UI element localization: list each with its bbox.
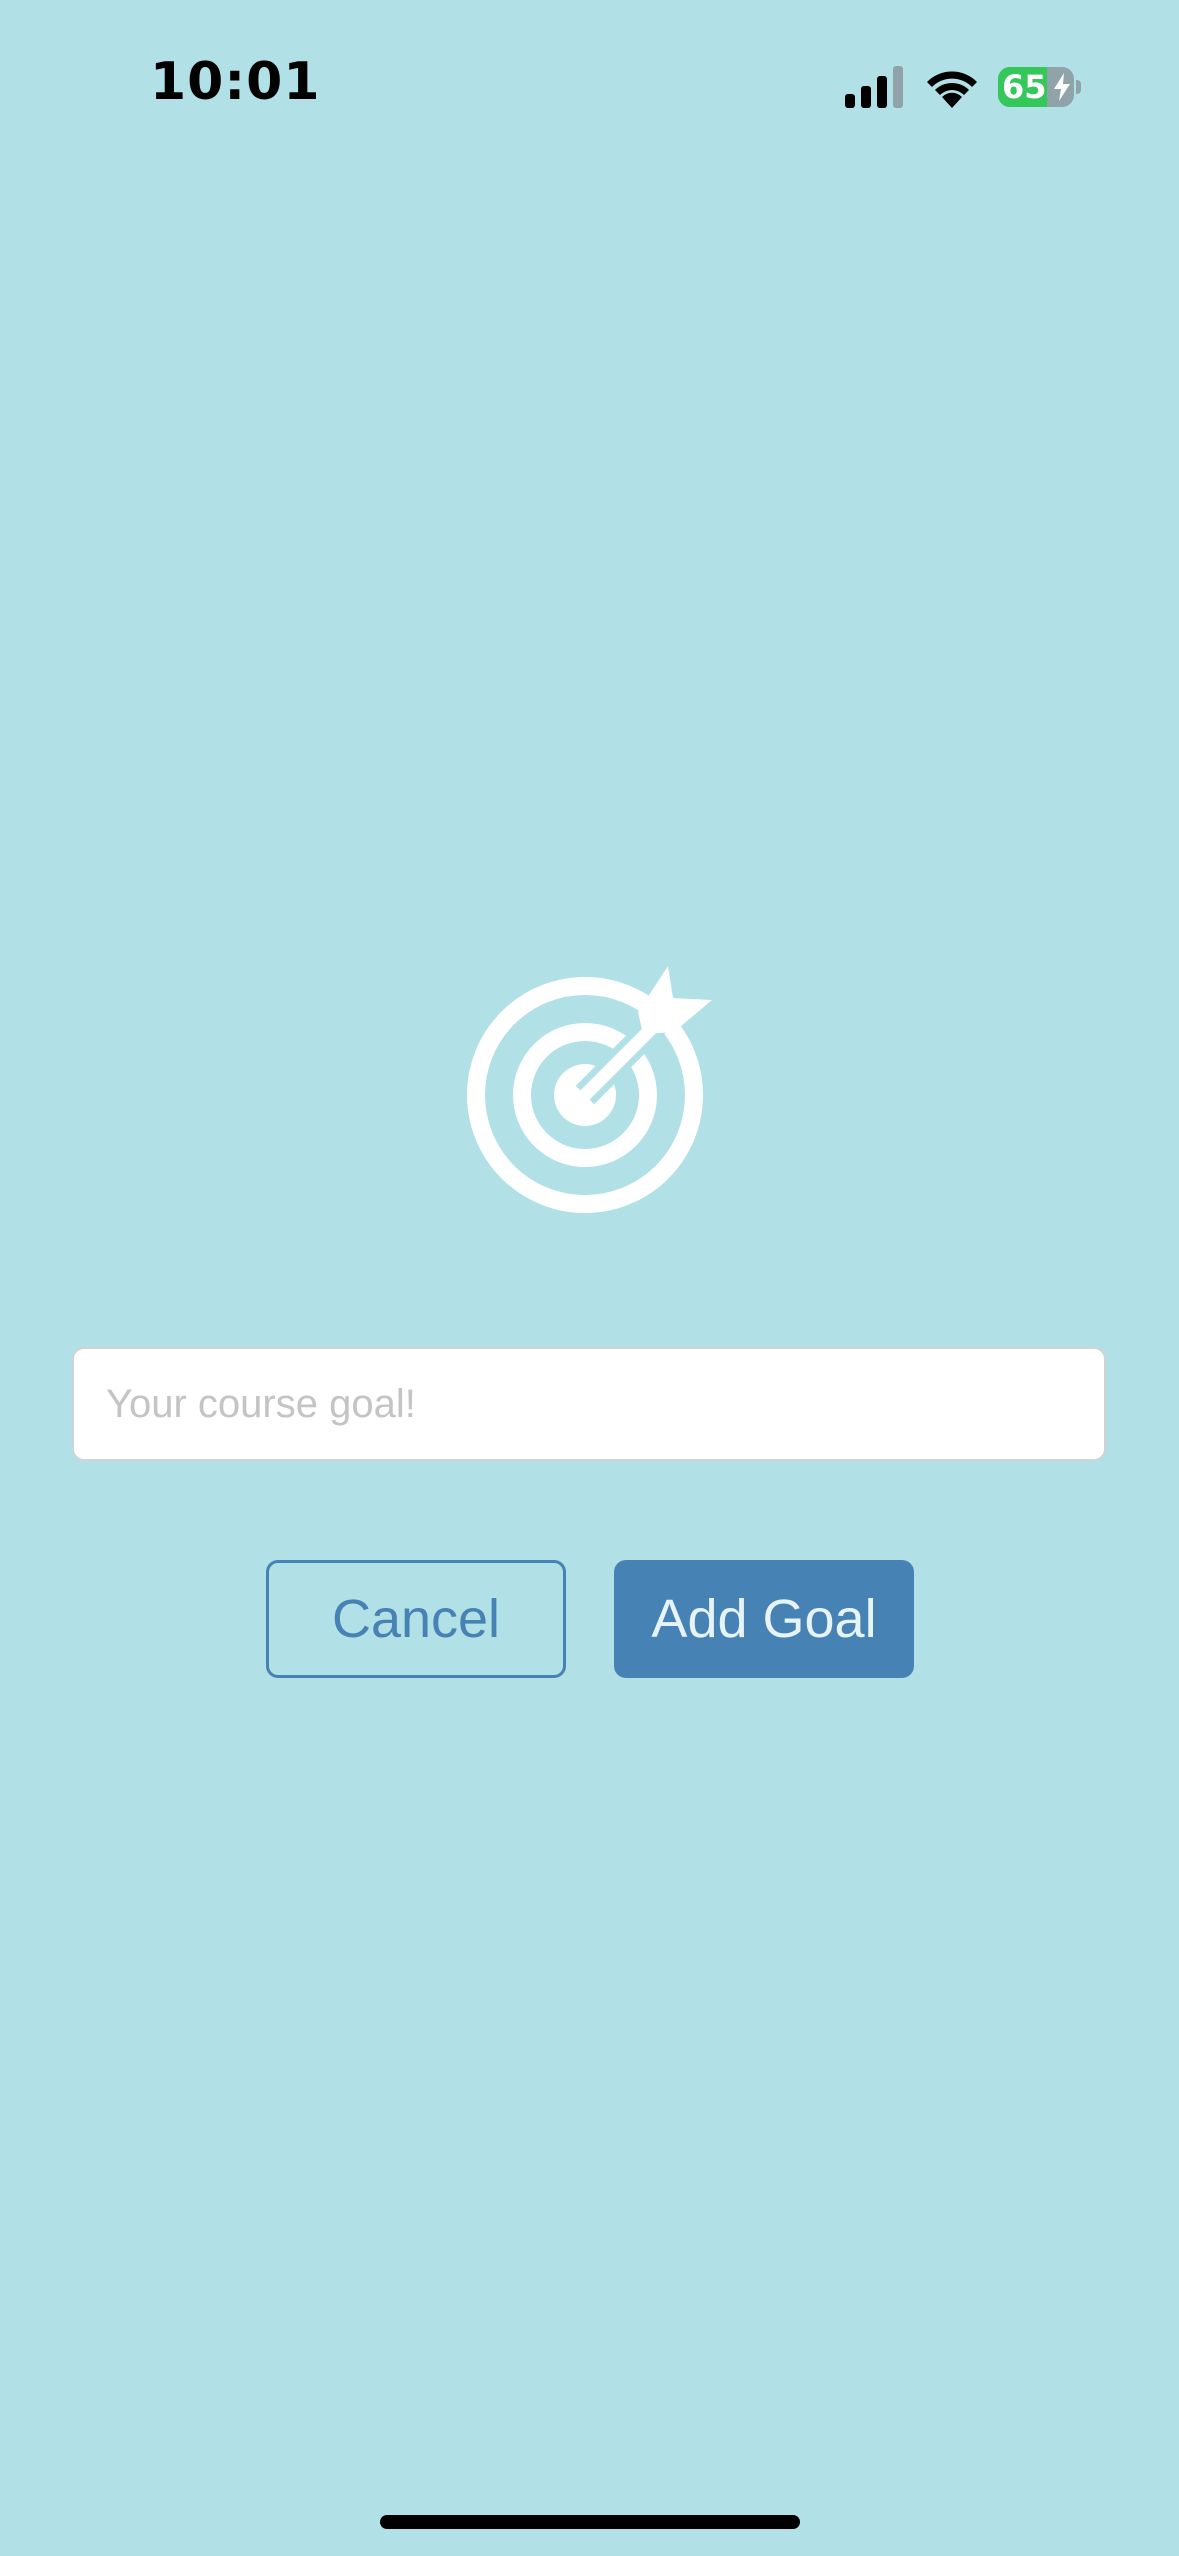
target-with-arrow-icon	[467, 966, 712, 1213]
battery-level-text: 65	[1002, 68, 1047, 106]
cellular-signal-icon	[845, 66, 903, 108]
battery-indicator: 65	[998, 67, 1081, 107]
cancel-button[interactable]: Cancel	[266, 1560, 566, 1678]
add-goal-button[interactable]: Add Goal	[614, 1560, 914, 1678]
wifi-icon	[927, 71, 977, 108]
goal-input[interactable]	[72, 1347, 1106, 1461]
home-indicator[interactable]	[380, 2515, 800, 2529]
battery-cap	[1076, 80, 1081, 94]
status-time: 10:01	[150, 52, 321, 112]
battery-body: 65	[998, 67, 1074, 107]
status-bar: 10:01 65	[0, 0, 1179, 170]
bolt-icon	[1054, 73, 1070, 101]
